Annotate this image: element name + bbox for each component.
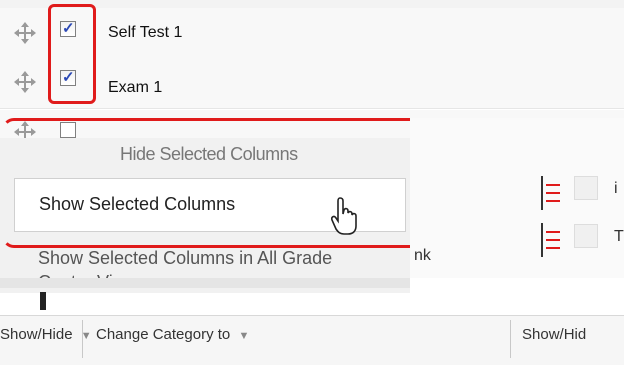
bottom-toolbar: Show/Hide ▼ Change Category to ▼ Show/Hi… <box>0 315 624 365</box>
button-label: Show/Hide <box>0 326 73 343</box>
toolbar-divider <box>510 320 511 358</box>
move-handle-icon[interactable] <box>11 19 39 47</box>
move-handle-icon[interactable] <box>11 68 39 96</box>
column-label: Exam 1 <box>108 79 163 96</box>
row-fragment-text: i <box>614 180 618 197</box>
grid-lines-icon[interactable] <box>540 223 562 257</box>
column-label: Self Test 1 <box>108 24 183 41</box>
scrollbar[interactable] <box>0 278 410 288</box>
show-hide-users-button[interactable]: Show/Hid <box>522 326 586 343</box>
chevron-down-icon: ▼ <box>238 330 250 342</box>
show-hide-button[interactable]: Show/Hide ▼ <box>0 326 92 343</box>
cell-box <box>574 224 598 248</box>
cell-box <box>574 176 598 200</box>
button-label: Show/Hid <box>522 326 587 343</box>
link-fragment-text: nk <box>414 247 431 264</box>
row-fragment-text: T <box>614 228 624 245</box>
button-label: Change Category to <box>96 326 231 343</box>
scrollbar-thumb[interactable] <box>40 292 46 310</box>
grid-lines-icon[interactable] <box>540 176 562 210</box>
toolbar-divider <box>82 320 83 358</box>
checkbox-highlight <box>48 4 96 104</box>
change-category-button[interactable]: Change Category to ▼ <box>96 326 249 343</box>
